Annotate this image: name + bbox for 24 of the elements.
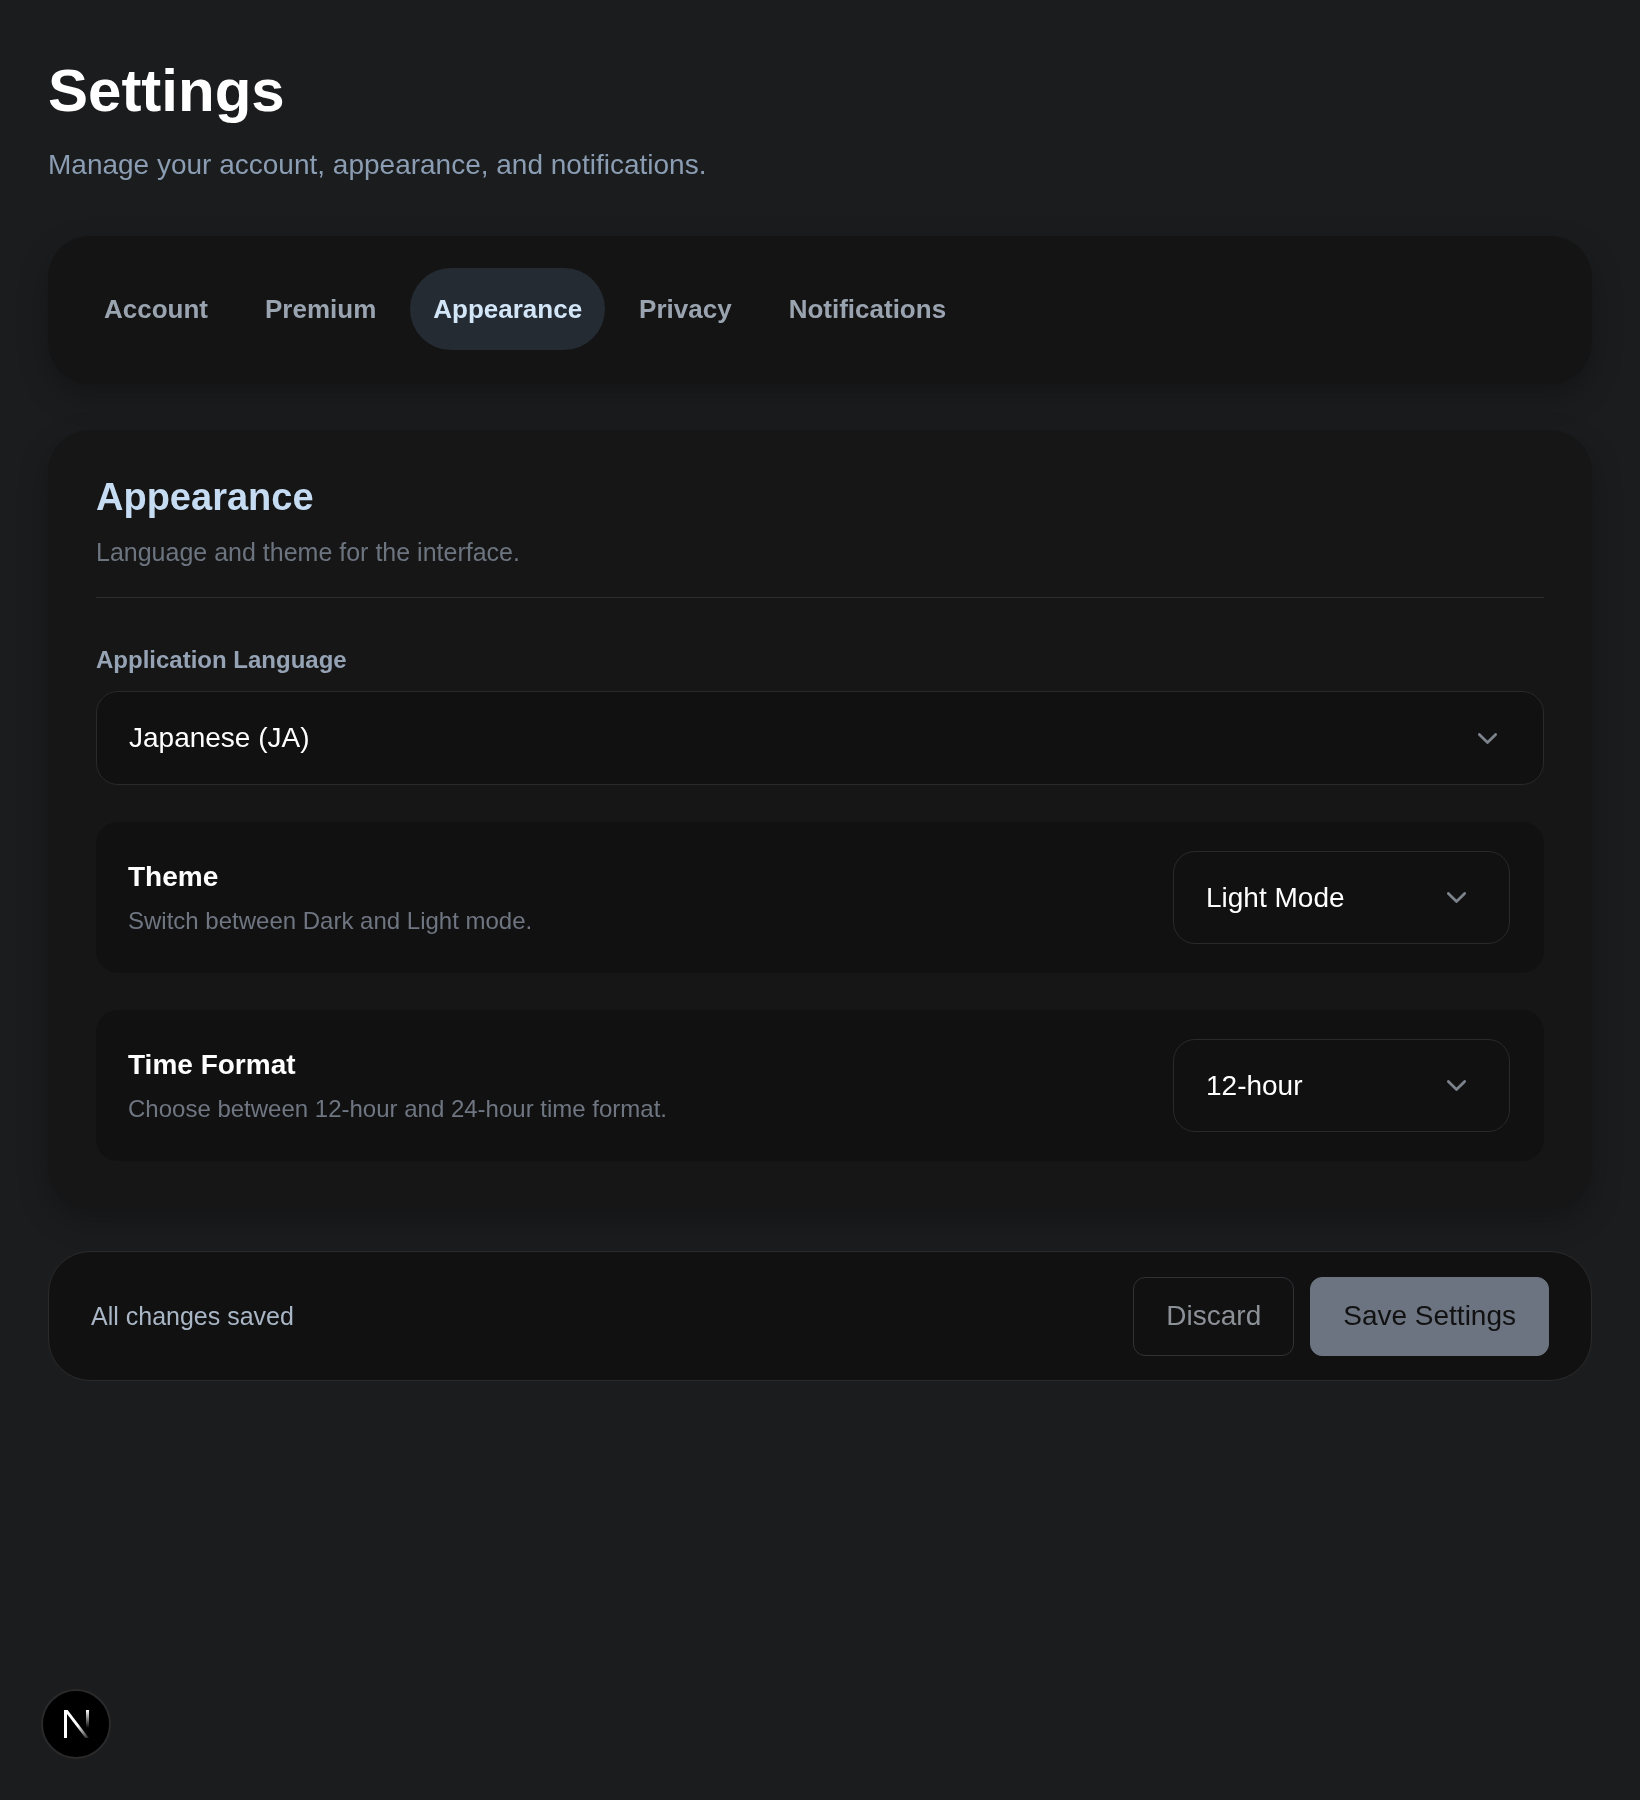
language-select[interactable]: Japanese (JA) — [96, 691, 1544, 785]
setting-description: Choose between 12-hour and 24-hour time format. — [128, 1093, 667, 1124]
dropdown-select[interactable]: 12-hour — [1173, 1039, 1510, 1132]
tab[interactable]: Account — [81, 268, 231, 350]
save-status: All changes saved — [91, 1301, 294, 1332]
tab[interactable]: Appearance — [410, 268, 606, 350]
section-description: Language and theme for the interface. — [96, 537, 520, 568]
n-logo-icon — [63, 1710, 89, 1738]
section-title: Appearance — [96, 475, 314, 520]
field-label: Application Language — [96, 645, 347, 675]
chevron-down-icon — [1447, 892, 1466, 903]
chevron-down-icon — [1478, 732, 1497, 744]
outline-button[interactable]: Discard — [1133, 1276, 1295, 1356]
tab[interactable]: Premium — [242, 268, 400, 350]
setting-title: Theme — [128, 859, 219, 894]
setting-description: Switch between Dark and Light mode. — [128, 905, 533, 936]
primary-button[interactable]: Save Settings — [1310, 1276, 1549, 1356]
page-subtitle: Manage your account, appearance, and notifications. — [48, 148, 707, 182]
setting-title: Time Format — [128, 1047, 296, 1082]
tab[interactable]: Privacy — [616, 268, 755, 350]
page-title: Settings — [48, 58, 285, 124]
dropdown-select[interactable]: Light Mode — [1173, 851, 1510, 944]
tab[interactable]: Notifications — [765, 268, 970, 350]
chevron-down-icon — [1447, 1080, 1466, 1091]
